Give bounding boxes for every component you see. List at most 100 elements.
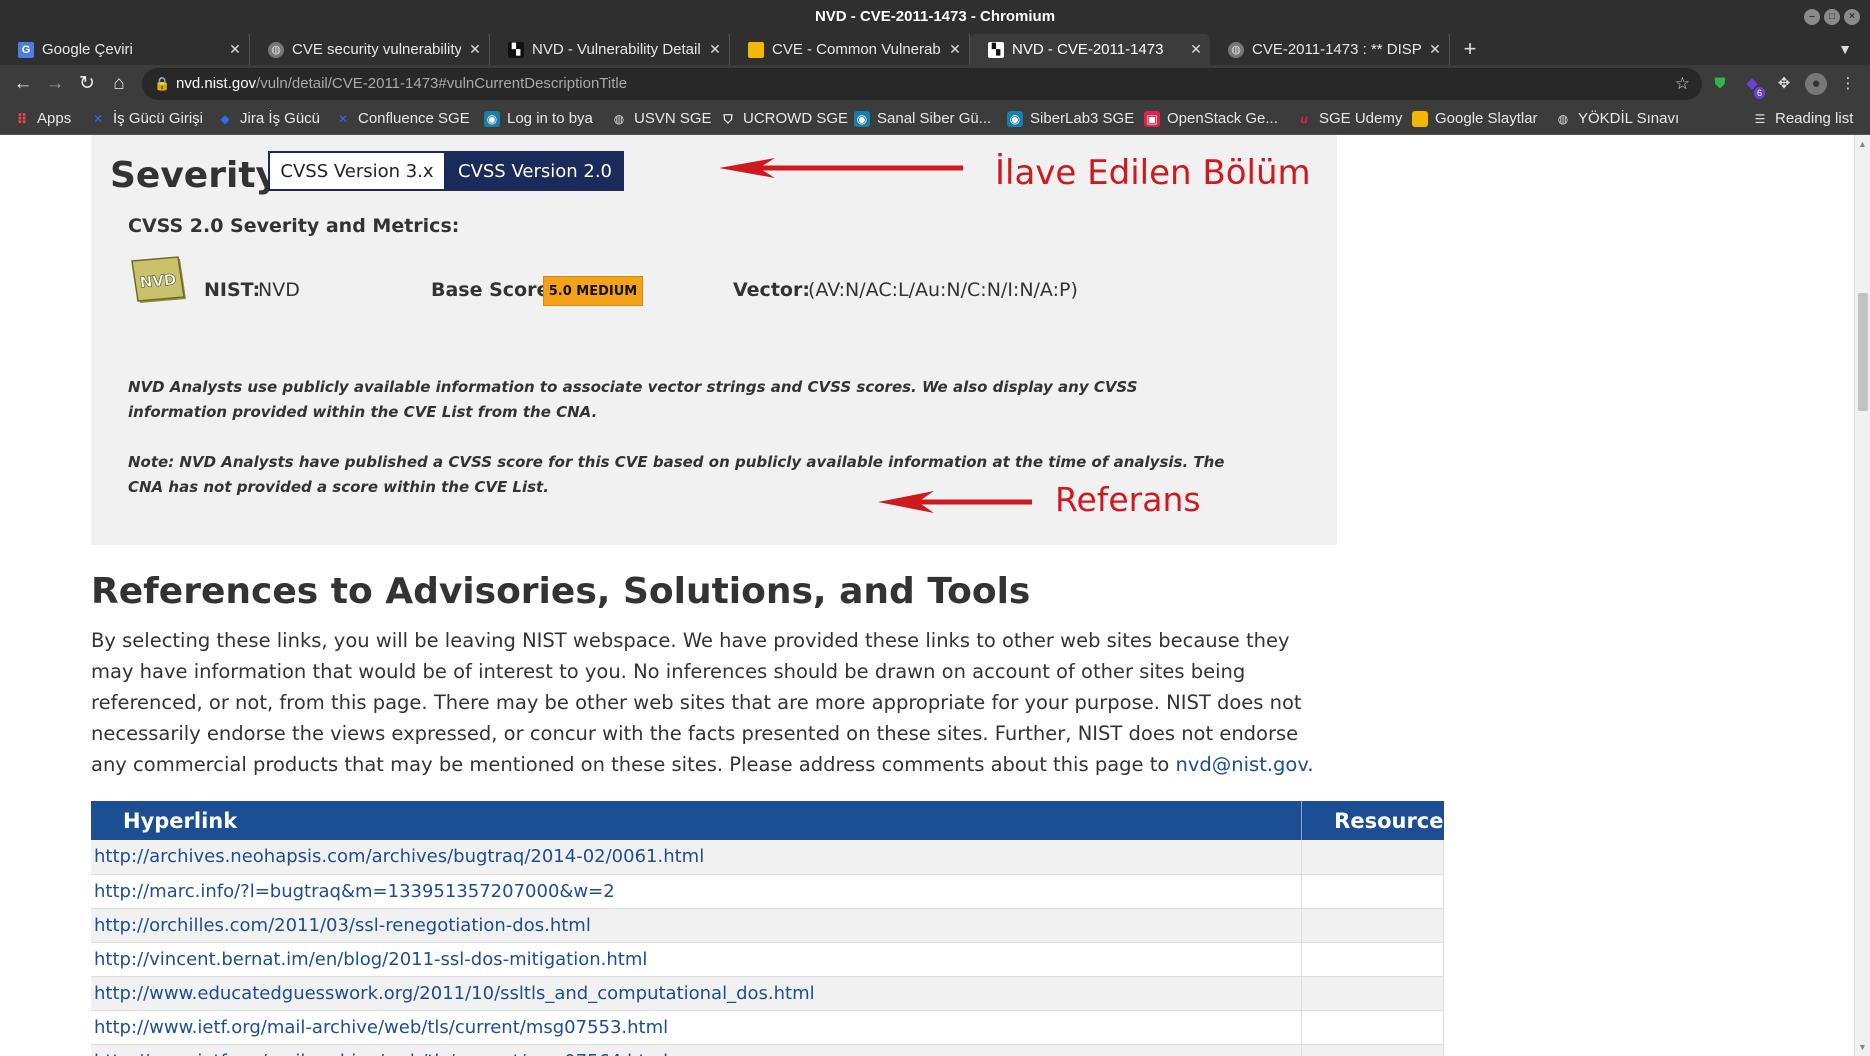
confluence-icon: ✕ — [92, 112, 104, 126]
nvd-icon: ▚ — [508, 41, 524, 58]
reference-link[interactable]: http://orchilles.com/2011/03/ssl-renegot… — [91, 908, 1303, 943]
bookmark-siberlab3[interactable]: ◉ SiberLab3 SGE — [1007, 103, 1134, 135]
bookmark-is-gucu-girisi[interactable]: ✕ İş Gücü Girişi — [90, 103, 203, 135]
bookmark-yokdil[interactable]: ◍ YÖKDİL Sınavı — [1555, 103, 1679, 135]
forward-arrow-icon[interactable]: → — [40, 69, 70, 99]
tab-nvd-cve-2011-1473[interactable]: ▚ NVD - CVE-2011-1473 ✕ — [970, 34, 1210, 65]
bookmark-openstack[interactable]: ▣ OpenStack Ge... — [1144, 103, 1278, 135]
extension-badge-icon[interactable]: ◆ 6 — [1741, 73, 1765, 99]
tab-cve-security[interactable]: ◍ CVE security vulnerability ✕ — [250, 34, 490, 65]
minimize-icon[interactable]: – — [1804, 9, 1820, 25]
table-row: http://www.ietf.org/mail-archive/web/tls… — [91, 1044, 1444, 1056]
resource-cell — [1301, 840, 1444, 875]
bya-icon: ◉ — [854, 111, 870, 127]
severity-score-badge[interactable]: 5.0 MEDIUM — [543, 276, 643, 306]
bookmark-usvn[interactable]: ◍ USVN SGE — [611, 103, 712, 135]
tab-cvss-v2[interactable]: CVSS Version 2.0 — [446, 151, 624, 191]
shield-extension-icon[interactable]: ⛊ — [1709, 73, 1731, 95]
url-path: /vuln/detail/CVE-2011-1473#vulnCurrentDe… — [256, 75, 628, 92]
browser-window: NVD - CVE-2011-1473 - Chromium – □ × G G… — [0, 0, 1870, 1056]
reload-icon[interactable]: ↻ — [72, 69, 102, 99]
tab-close-icon[interactable]: ✕ — [461, 41, 489, 58]
bookmark-confluence-sge[interactable]: ✕ Confluence SGE — [335, 103, 470, 135]
tab-close-icon[interactable]: ✕ — [221, 41, 249, 58]
home-icon[interactable]: ⌂ — [104, 69, 134, 99]
tab-cvss-v3[interactable]: CVSS Version 3.x — [268, 151, 446, 191]
references-table: Hyperlink Resource http://archives.neoha… — [91, 801, 1444, 1056]
table-row: http://www.educatedguesswork.org/2011/10… — [91, 976, 1444, 1011]
tab-strip: G Google Çeviri ✕ ◍ CVE security vulnera… — [0, 34, 1870, 65]
reference-link[interactable]: http://www.educatedguesswork.org/2011/10… — [91, 976, 1303, 1011]
bookmark-apps[interactable]: ⠿ Apps — [14, 103, 72, 135]
ucrowd-icon: ⛉ — [723, 112, 733, 126]
annotation-arrow — [878, 491, 1032, 513]
back-arrow-icon[interactable]: ← — [8, 69, 38, 99]
window-titlebar: NVD - CVE-2011-1473 - Chromium – □ × — [0, 0, 1870, 34]
bookmark-star-icon[interactable]: ☆ — [1675, 68, 1690, 100]
column-header-hyperlink: Hyperlink — [91, 801, 1303, 840]
tab-close-icon[interactable]: ✕ — [701, 41, 729, 58]
reference-link[interactable]: http://marc.info/?l=bugtraq&m=1339513572… — [91, 874, 1303, 909]
scroll-up-icon[interactable]: ▲ — [1858, 139, 1867, 149]
globe-icon: ◍ — [1228, 41, 1244, 58]
logo-text: NVD — [139, 270, 177, 291]
annotation-reference: Referans — [1055, 480, 1201, 519]
nvd-icon: ▚ — [988, 41, 1004, 58]
cve-icon — [748, 41, 764, 58]
scrollbar-thumb[interactable] — [1858, 293, 1868, 411]
tab-google-translate[interactable]: G Google Çeviri ✕ — [0, 34, 250, 65]
nist-label: NIST: — [204, 279, 261, 301]
puzzle-extensions-icon[interactable]: ✥ — [1773, 73, 1795, 95]
reference-link[interactable]: http://www.ietf.org/mail-archive/web/tls… — [91, 1044, 1303, 1056]
globe-icon: ◍ — [268, 41, 284, 58]
globe-icon: ◍ — [613, 112, 625, 126]
confluence-icon: ✕ — [337, 112, 349, 126]
bookmark-google-slaytlar[interactable]: Google Slaytlar — [1412, 103, 1538, 135]
tab-close-icon[interactable]: ✕ — [1182, 41, 1210, 58]
tab-cve-disputed[interactable]: ◍ CVE-2011-1473 : ** DISPU ✕ — [1210, 34, 1450, 65]
scroll-down-icon[interactable]: ▼ — [1858, 1042, 1867, 1052]
bookmark-log-in-bya[interactable]: ◉ Log in to bya — [484, 103, 593, 135]
tab-cve-common[interactable]: CVE - Common Vulnerabil ✕ — [730, 34, 970, 65]
tab-title: NVD - Vulnerability Detail — [532, 41, 701, 58]
bookmark-sge-udemy[interactable]: u SGE Udemy — [1296, 103, 1402, 135]
reference-link[interactable]: http://www.ietf.org/mail-archive/web/tls… — [91, 1010, 1303, 1045]
reference-link[interactable]: http://archives.neohapsis.com/archives/b… — [91, 840, 1303, 875]
references-heading: References to Advisories, Solutions, and… — [91, 571, 1031, 612]
table-row: http://orchilles.com/2011/03/ssl-renegot… — [91, 908, 1444, 943]
bya-icon: ◉ — [1007, 111, 1023, 127]
new-tab-button[interactable]: + — [1455, 34, 1485, 65]
reading-list-button[interactable]: ☰ Reading list — [1752, 103, 1854, 135]
tab-search-chevron-icon[interactable]: ▼ — [1830, 34, 1860, 65]
email-link[interactable]: nvd@nist.gov — [1176, 753, 1308, 776]
table-row: http://www.ietf.org/mail-archive/web/tls… — [91, 1010, 1444, 1045]
vector-value: (AV:N/AC:L/Au:N/C:N/I:N/A:P) — [808, 279, 1078, 301]
reference-link[interactable]: http://vincent.bernat.im/en/blog/2011-ss… — [91, 942, 1303, 977]
nvd-logo-icon: NVD — [131, 256, 186, 303]
tab-title: Google Çeviri — [42, 41, 133, 58]
resource-cell — [1301, 1044, 1444, 1056]
bookmark-ucrowd[interactable]: ⛉ UCROWD SGE — [720, 103, 848, 135]
bookmark-jira[interactable]: ◆ Jira İş Gücü — [217, 103, 320, 135]
tab-close-icon[interactable]: ✕ — [941, 41, 969, 58]
bookmark-sanal-siber[interactable]: ◉ Sanal Siber Gü... — [854, 103, 991, 135]
page-scrollbar[interactable]: ▲ ▼ — [1854, 135, 1870, 1056]
table-row: http://marc.info/?l=bugtraq&m=1339513572… — [91, 874, 1444, 909]
tab-title: NVD - CVE-2011-1473 — [1012, 41, 1164, 58]
address-bar[interactable]: 🔒 nvd.nist.gov/vuln/detail/CVE-2011-1473… — [142, 68, 1702, 100]
annotation-added-section: İlave Edilen Bölüm — [995, 153, 1311, 193]
tab-close-icon[interactable]: ✕ — [1421, 41, 1449, 58]
maximize-icon[interactable]: □ — [1824, 9, 1840, 25]
column-header-resource: Resource — [1301, 801, 1444, 840]
google-slides-icon — [1412, 111, 1428, 127]
table-row: http://vincent.bernat.im/en/blog/2011-ss… — [91, 942, 1444, 977]
menu-kebab-icon[interactable]: ⋮ — [1837, 73, 1859, 95]
close-icon[interactable]: × — [1844, 9, 1860, 25]
references-disclaimer: By selecting these links, you will be le… — [91, 629, 1314, 776]
nist-value: NVD — [258, 279, 300, 301]
lock-icon: 🔒 — [154, 76, 171, 91]
severity-heading: Severity — [110, 155, 279, 196]
resource-cell — [1301, 942, 1444, 977]
tab-nvd-vuln-detail[interactable]: ▚ NVD - Vulnerability Detail ✕ — [490, 34, 730, 65]
profile-avatar-icon[interactable]: ● — [1805, 73, 1827, 95]
